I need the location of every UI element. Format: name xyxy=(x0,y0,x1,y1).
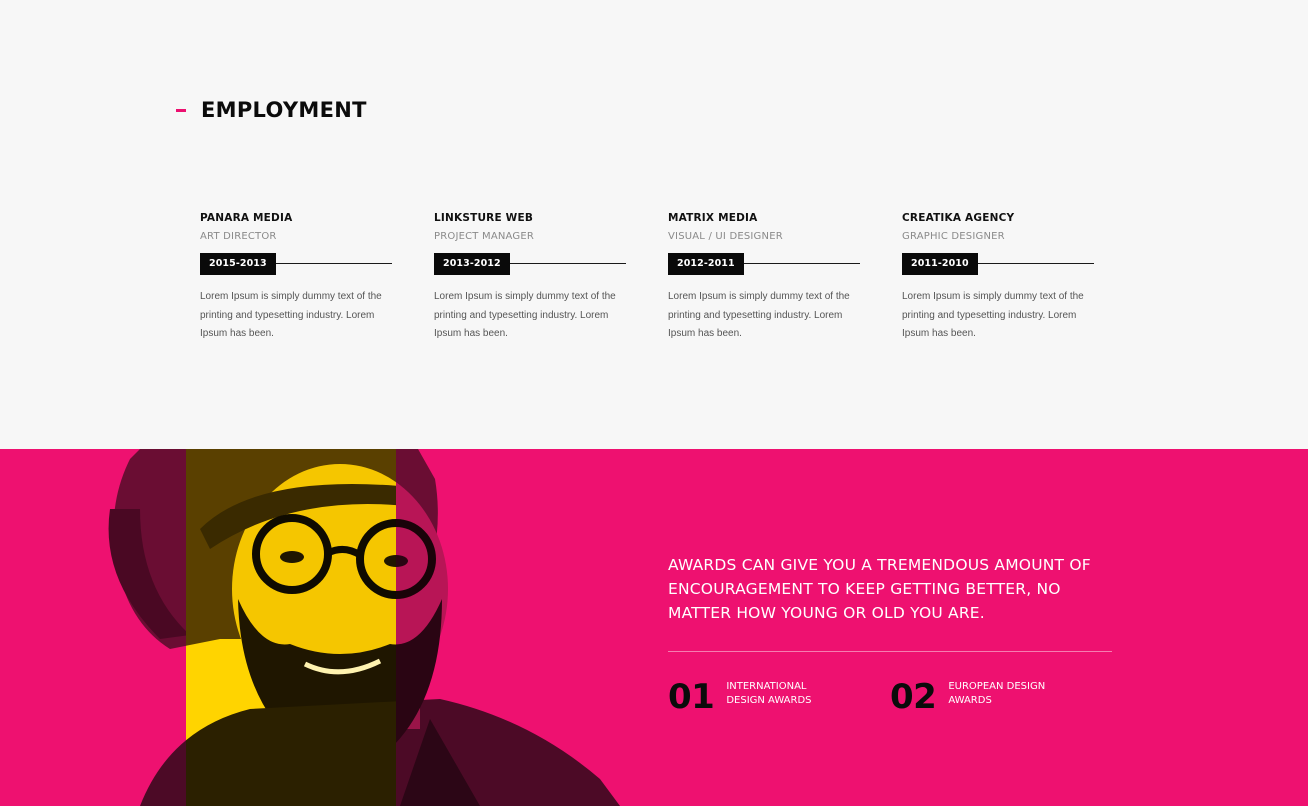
job-role: PROJECT MANAGER xyxy=(434,231,535,242)
job-description: Lorem Ipsum is simply dummy text of the … xyxy=(668,291,850,339)
job-description: Lorem Ipsum is simply dummy text of the … xyxy=(200,291,382,339)
awards-quote: AWARDS CAN GIVE YOU A TREMENDOUS AMOUNT … xyxy=(668,556,1091,622)
job-period-badge: 2011-2010 xyxy=(902,253,978,275)
job-period-row: 2015-2013 xyxy=(200,253,392,275)
job-role: VISUAL / UI DESIGNER xyxy=(668,231,783,242)
job-period-row: 2011-2010 xyxy=(902,253,1094,275)
job-company: LINKSTURE WEB xyxy=(434,212,534,224)
award-number: 02 xyxy=(890,677,937,717)
job-period-badge: 2013-2012 xyxy=(434,253,510,275)
award-item: 02 EUROPEAN DESIGN AWARDS xyxy=(890,679,1068,715)
award-label: INTERNATIONAL DESIGN AWARDS xyxy=(726,681,812,706)
job-role: ART DIRECTOR xyxy=(200,231,277,242)
timeline-line xyxy=(728,263,860,264)
award-label: EUROPEAN DESIGN AWARDS xyxy=(948,681,1046,706)
job-period-row: 2013-2012 xyxy=(434,253,626,275)
job-description: Lorem Ipsum is simply dummy text of the … xyxy=(434,291,616,339)
job-company: PANARA MEDIA xyxy=(200,212,293,224)
employment-item: PANARA MEDIA ART DIRECTOR 2015-2013 Lore… xyxy=(200,212,392,344)
employment-item: MATRIX MEDIA VISUAL / UI DESIGNER 2012-2… xyxy=(668,212,860,344)
award-item: 01 INTERNATIONAL DESIGN AWARDS xyxy=(668,679,846,715)
job-period-row: 2012-2011 xyxy=(668,253,860,275)
award-number: 01 xyxy=(668,677,715,717)
job-role: GRAPHIC DESIGNER xyxy=(902,231,1005,242)
job-period-badge: 2015-2013 xyxy=(200,253,276,275)
awards-section: AWARDS CAN GIVE YOU A TREMENDOUS AMOUNT … xyxy=(0,449,1308,806)
divider xyxy=(668,651,1112,652)
employment-section: EMPLOYMENT PANARA MEDIA ART DIRECTOR 201… xyxy=(0,0,1308,449)
heading-accent-dash xyxy=(176,108,186,112)
employment-title: EMPLOYMENT xyxy=(201,98,367,122)
job-period-badge: 2012-2011 xyxy=(668,253,744,275)
portrait-image xyxy=(108,449,620,806)
employment-item: CREATIKA AGENCY GRAPHIC DESIGNER 2011-20… xyxy=(902,212,1094,344)
job-description: Lorem Ipsum is simply dummy text of the … xyxy=(902,291,1084,339)
employment-item: LINKSTURE WEB PROJECT MANAGER 2013-2012 … xyxy=(434,212,626,344)
timeline-line xyxy=(260,263,392,264)
timeline-line xyxy=(494,263,626,264)
job-company: MATRIX MEDIA xyxy=(668,212,758,224)
employment-list: PANARA MEDIA ART DIRECTOR 2015-2013 Lore… xyxy=(200,212,1120,362)
section-heading: EMPLOYMENT xyxy=(176,98,367,122)
job-company: CREATIKA AGENCY xyxy=(902,212,1015,224)
timeline-line xyxy=(962,263,1094,264)
